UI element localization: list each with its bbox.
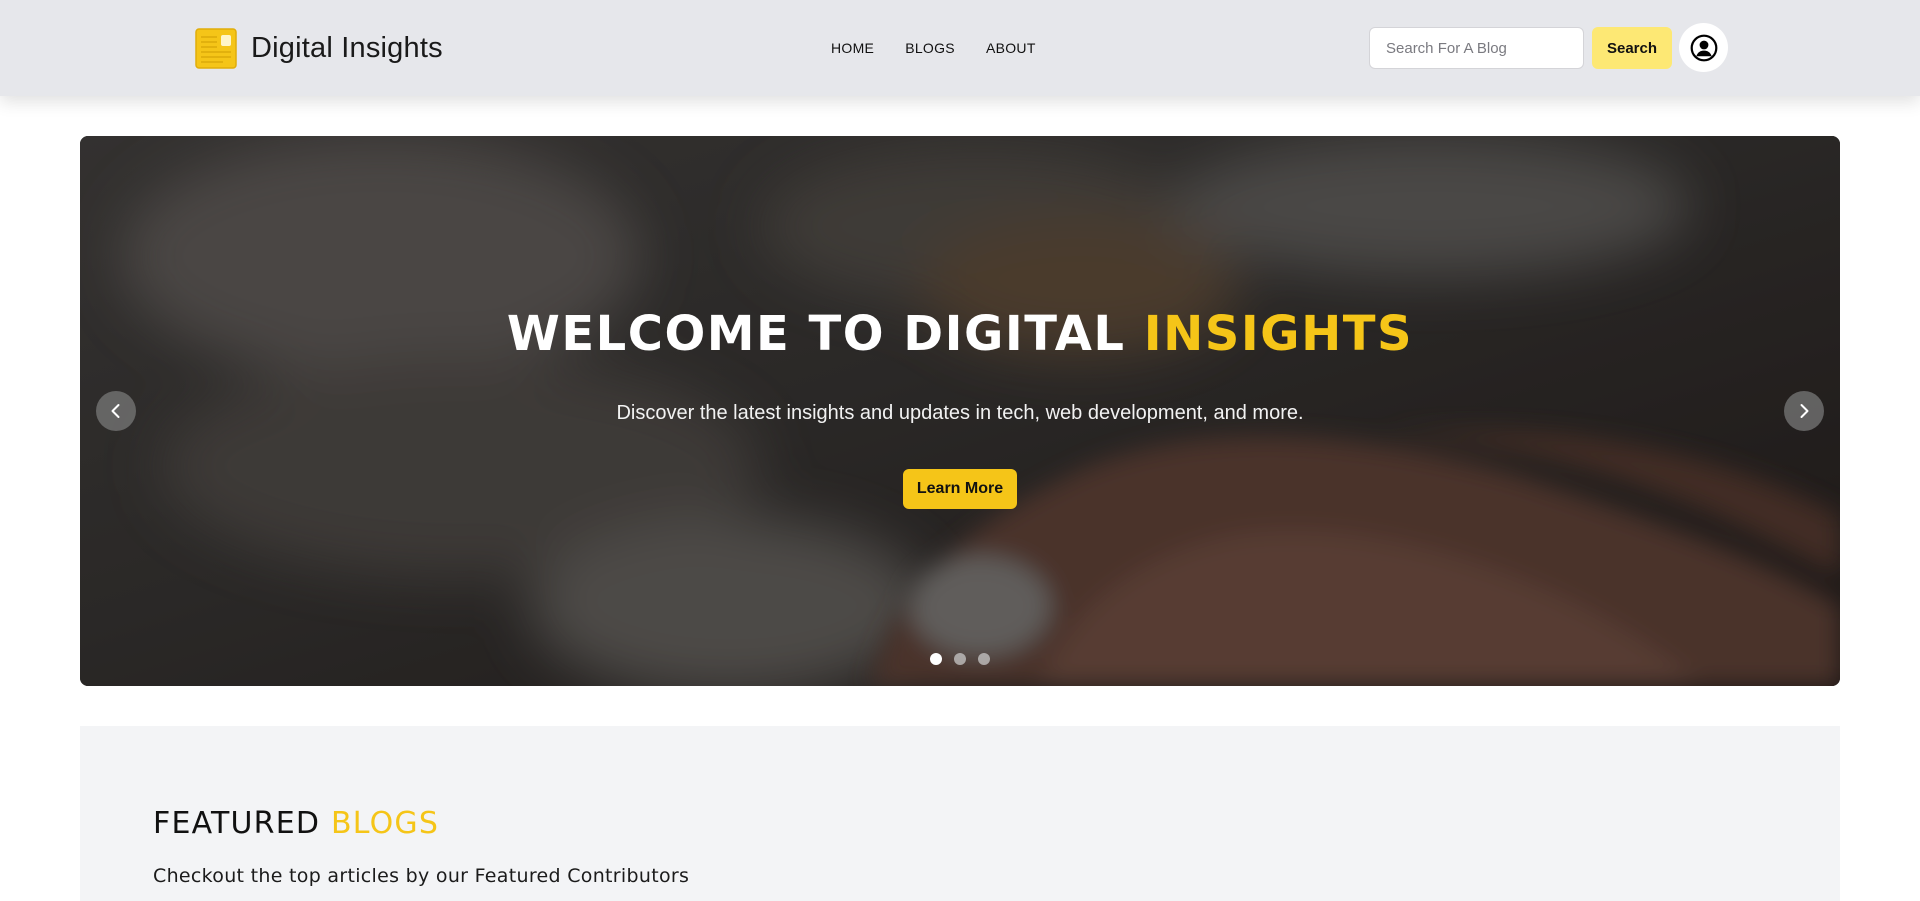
- profile-button[interactable]: [1679, 23, 1728, 72]
- hero-title: WELCOME TO DIGITAL INSIGHTS: [80, 306, 1840, 362]
- featured-title-main: FEATURED: [153, 806, 331, 841]
- nav-link-home[interactable]: HOME: [831, 38, 874, 58]
- carousel-dot-1[interactable]: [930, 653, 942, 665]
- navbar: Digital Insights HOME BLOGS ABOUT Search: [0, 0, 1920, 96]
- chevron-right-icon: [1800, 404, 1809, 418]
- carousel-dot-3[interactable]: [978, 653, 990, 665]
- carousel-dot-2[interactable]: [954, 653, 966, 665]
- hero-title-main: WELCOME TO DIGITAL: [506, 306, 1144, 362]
- featured-title: FEATURED BLOGS: [153, 806, 439, 841]
- carousel-indicators: [930, 653, 990, 665]
- brand-link[interactable]: Digital Insights: [195, 28, 443, 69]
- search-button[interactable]: Search: [1592, 27, 1672, 69]
- chevron-left-icon: [111, 404, 120, 418]
- user-circle-icon: [1690, 34, 1717, 61]
- learn-more-button[interactable]: Learn More: [903, 469, 1017, 509]
- featured-blogs-section: FEATURED BLOGS Checkout the top articles…: [80, 726, 1840, 901]
- main-nav: HOME BLOGS ABOUT: [831, 38, 1036, 58]
- carousel-next-button[interactable]: [1784, 391, 1824, 431]
- brand-name: Digital Insights: [251, 32, 443, 64]
- search-input[interactable]: [1369, 27, 1584, 69]
- nav-link-blogs[interactable]: BLOGS: [905, 38, 955, 58]
- featured-title-accent: BLOGS: [330, 806, 440, 841]
- hero-subtitle: Discover the latest insights and updates…: [616, 402, 1304, 424]
- carousel-prev-button[interactable]: [96, 391, 136, 431]
- nav-link-about[interactable]: ABOUT: [986, 38, 1036, 58]
- hero-carousel: WELCOME TO DIGITAL INSIGHTS Discover the…: [80, 136, 1840, 686]
- featured-subtitle: Checkout the top articles by our Feature…: [153, 865, 690, 887]
- newspaper-logo-icon: [195, 28, 237, 69]
- hero-title-accent: INSIGHTS: [1143, 306, 1414, 362]
